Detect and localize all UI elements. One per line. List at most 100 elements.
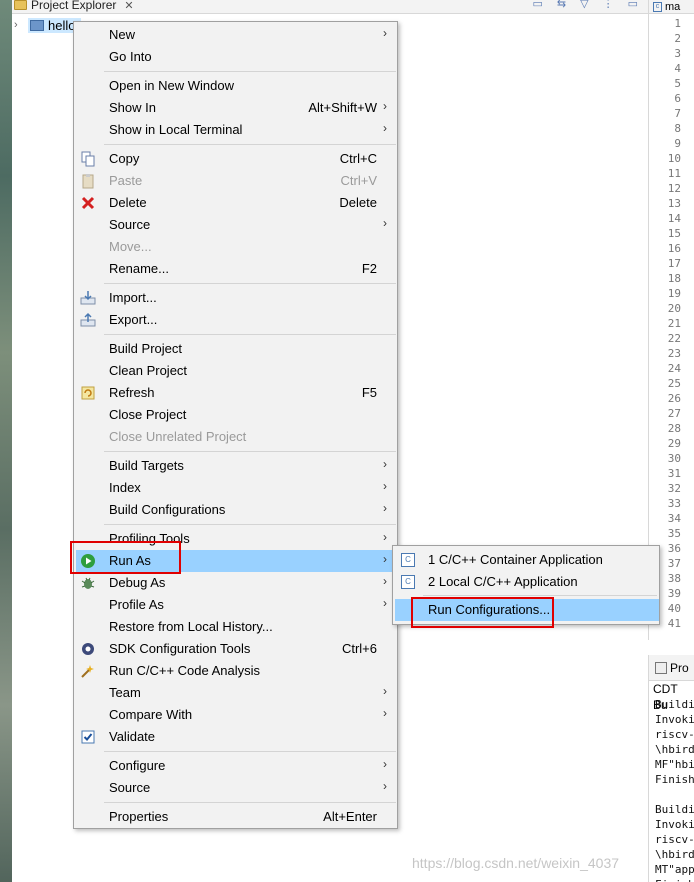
line-number: 2	[674, 32, 681, 45]
menu-item-shortcut: F5	[361, 385, 377, 400]
menu-item-go-into[interactable]: Go Into	[76, 46, 397, 68]
menu-item-import[interactable]: Import...	[76, 287, 397, 309]
menu-separator	[104, 524, 396, 525]
line-number: 15	[667, 227, 681, 240]
menu-item-delete[interactable]: Delete Delete	[76, 192, 397, 214]
filter-icon[interactable]: ▽	[580, 0, 588, 10]
menu-item-sdk-configuration-tools[interactable]: SDK Configuration Tools Ctrl+6	[76, 638, 397, 660]
delete-icon	[80, 195, 96, 211]
menu-item-label: Import...	[109, 290, 157, 305]
menu-item-team[interactable]: Team ›	[76, 682, 397, 704]
menu-item-clean-project[interactable]: Clean Project	[76, 360, 397, 382]
line-number: 17	[667, 257, 681, 270]
menu-item-paste[interactable]: Paste Ctrl+V	[76, 170, 397, 192]
menu-item-label: Export...	[109, 312, 158, 327]
submenu-item-run-configurations[interactable]: Run Configurations...	[395, 599, 659, 621]
problems-icon	[655, 661, 667, 674]
submenu-item-2-local-c-c-application[interactable]: C 2 Local C/C++ Application	[395, 571, 659, 593]
menu-item-show-in[interactable]: Show In Alt+Shift+W ›	[76, 97, 397, 119]
line-number: 24	[667, 362, 681, 375]
menu-item-properties[interactable]: Properties Alt+Enter	[76, 806, 397, 828]
console-line: MF"hbi	[655, 758, 694, 771]
submenu-item-1-c-c-container-application[interactable]: C 1 C/C++ Container Application	[395, 549, 659, 571]
console-line: Buildi	[655, 803, 694, 816]
menu-item-profile-as[interactable]: Profile As ›	[76, 594, 397, 616]
line-number: 35	[667, 527, 681, 540]
menu-item-open-in-new-window[interactable]: Open in New Window	[76, 75, 397, 97]
menu-item-shortcut: Ctrl+V	[340, 173, 377, 188]
menu-item-label: Index	[109, 480, 141, 495]
menu-item-copy[interactable]: Copy Ctrl+C	[76, 148, 397, 170]
tab-console[interactable]: Pro	[649, 655, 694, 681]
menu-item-configure[interactable]: Configure ›	[76, 755, 397, 777]
view-menu-icon[interactable]: ⋮	[603, 0, 614, 10]
menu-item-source[interactable]: Source ›	[76, 214, 397, 236]
console-line: Buildi	[655, 698, 694, 711]
submenu-arrow-icon: ›	[383, 457, 387, 471]
line-number: 8	[674, 122, 681, 135]
menu-item-source[interactable]: Source ›	[76, 777, 397, 799]
view-toolbar: ▭ ⇆ ▽ ⋮ ▭	[533, 0, 639, 10]
menu-item-label: Debug As	[109, 575, 166, 590]
line-number: 31	[667, 467, 681, 480]
menu-item-label: Show In	[109, 100, 156, 115]
menu-item-profiling-tools[interactable]: Profiling Tools ›	[76, 528, 397, 550]
menu-item-debug-as[interactable]: Debug As ›	[76, 572, 397, 594]
line-number: 11	[667, 167, 681, 180]
menu-item-label: Run As	[109, 553, 151, 568]
c-app-icon: C	[401, 553, 415, 567]
menu-item-label: Restore from Local History...	[109, 619, 273, 634]
submenu-arrow-icon: ›	[383, 479, 387, 493]
minimize-icon[interactable]: ▭	[628, 0, 638, 10]
menu-item-refresh[interactable]: Refresh F5	[76, 382, 397, 404]
menu-item-label: Build Project	[109, 341, 182, 356]
line-number: 34	[667, 512, 681, 525]
menu-item-show-in-local-terminal[interactable]: Show in Local Terminal ›	[76, 119, 397, 141]
line-number: 6	[674, 92, 681, 105]
menu-separator	[104, 144, 396, 145]
menu-item-index[interactable]: Index ›	[76, 477, 397, 499]
menu-item-label: Close Unrelated Project	[109, 429, 247, 444]
console-output: Buildi Invoki riscv- \hbird MF"hbi Finish Buil…	[649, 697, 694, 882]
menu-item-run-c-c-code-analysis[interactable]: Run C/C++ Code Analysis	[76, 660, 397, 682]
menu-item-label: Open in New Window	[109, 78, 234, 93]
collapse-all-icon[interactable]: ▭	[533, 0, 543, 10]
line-number: 19	[667, 287, 681, 300]
menu-item-shortcut: Alt+Enter	[323, 809, 377, 824]
copy-icon	[80, 151, 96, 167]
menu-item-move[interactable]: Move...	[76, 236, 397, 258]
close-icon[interactable]: ✕	[124, 0, 133, 12]
menu-item-rename[interactable]: Rename... F2	[76, 258, 397, 280]
menu-item-new[interactable]: New ›	[76, 24, 397, 46]
menu-item-run-as[interactable]: Run As ›	[76, 550, 397, 572]
menu-item-close-project[interactable]: Close Project	[76, 404, 397, 426]
console-line: MT"app	[655, 863, 694, 876]
tree-item-project[interactable]: › hello	[14, 16, 82, 34]
menu-item-build-targets[interactable]: Build Targets ›	[76, 455, 397, 477]
expand-chevron-icon[interactable]: ›	[14, 19, 24, 31]
menu-item-export[interactable]: Export...	[76, 309, 397, 331]
menu-item-label: Profile As	[109, 597, 164, 612]
editor-tab-title: ma	[665, 0, 681, 13]
menu-item-build-project[interactable]: Build Project	[76, 338, 397, 360]
menu-item-build-configurations[interactable]: Build Configurations ›	[76, 499, 397, 521]
submenu-arrow-icon: ›	[383, 757, 387, 771]
menu-item-label: Profiling Tools	[109, 531, 190, 546]
line-number: 7	[674, 107, 681, 120]
menu-item-label: New	[109, 27, 136, 42]
console-line: \hbird	[655, 848, 694, 861]
link-editor-icon[interactable]: ⇆	[557, 0, 566, 10]
import-icon	[80, 290, 96, 306]
editor-tab[interactable]: c ma	[649, 0, 694, 14]
menu-item-close-unrelated-project[interactable]: Close Unrelated Project	[76, 426, 397, 448]
submenu-arrow-icon: ›	[383, 574, 387, 588]
menu-item-validate[interactable]: Validate	[76, 726, 397, 748]
menu-separator	[104, 451, 396, 452]
tab-project-explorer[interactable]: Project Explorer ✕	[14, 0, 134, 14]
menu-item-compare-with[interactable]: Compare With ›	[76, 704, 397, 726]
console-tab-title: Pro	[670, 660, 689, 675]
line-number: 13	[667, 197, 681, 210]
menu-item-label: Go Into	[109, 49, 152, 64]
console-line: Invoki	[655, 818, 694, 831]
menu-item-restore-from-local-history[interactable]: Restore from Local History...	[76, 616, 397, 638]
